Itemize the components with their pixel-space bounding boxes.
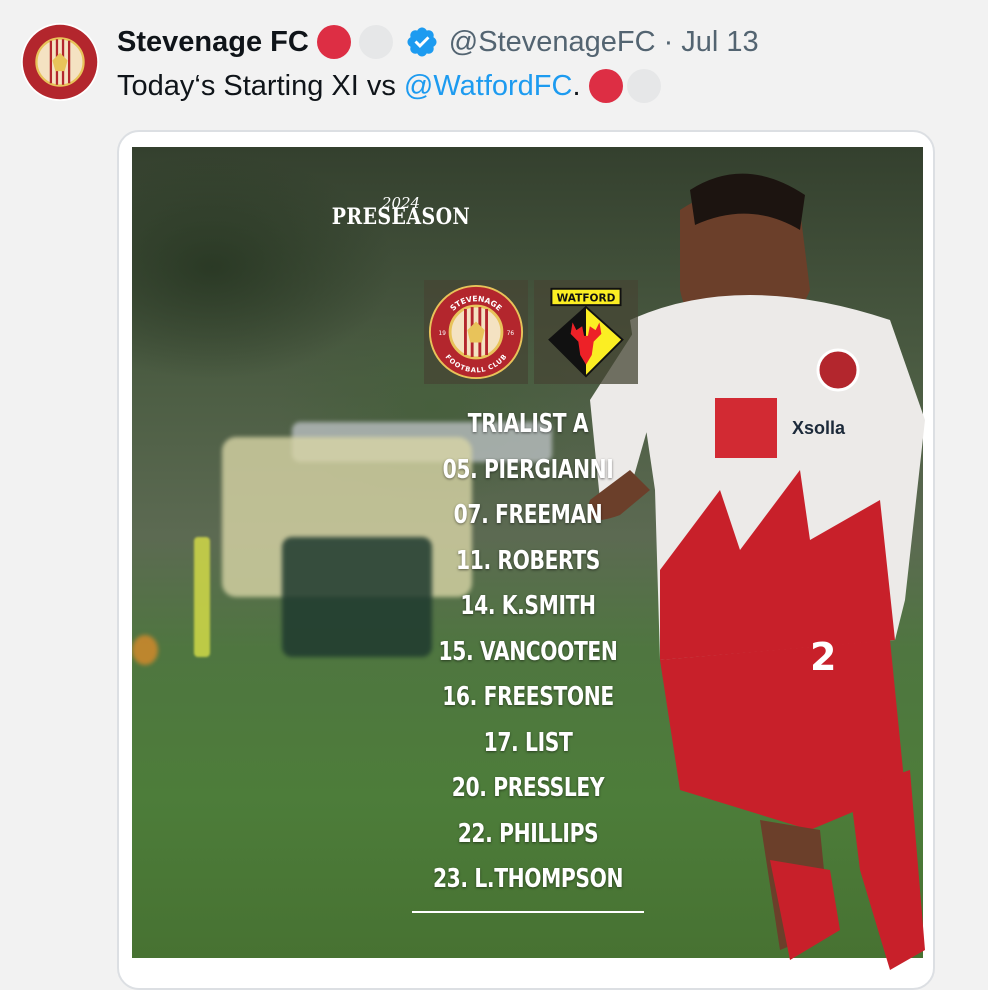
background-cone [132,635,158,665]
author-name[interactable]: Stevenage FC [117,24,309,60]
profile-avatar[interactable] [21,23,99,101]
tweet-date[interactable]: Jul 13 [681,24,758,60]
background-pole [194,537,210,657]
lineup-player: 22. PHILLIPS [457,818,599,849]
preseason-title: 2024 PRESEASON [296,196,506,231]
white-circle-emoji-icon [358,25,393,59]
lineup-player: 14. K.SMITH [460,591,596,621]
lineup-player: 17. LIST [483,727,573,758]
lineup-player: 15. VANCOOTEN [438,636,618,667]
red-circle-emoji-icon [588,69,623,103]
author-handle[interactable]: @StevenageFC [449,24,656,60]
lineup-player: TRIALIST A [467,409,589,439]
lineup-divider [412,911,644,913]
away-badge-banner: WATFORD [557,292,616,304]
watford-badge-icon: WATFORD [548,287,624,378]
starting-lineup-list: TRIALIST A 05. PIERGIANNI 07. FREEMAN 11… [402,402,654,903]
season-title: PRESEASON [331,204,471,230]
home-badge-left-num: 19 [439,331,447,337]
lineup-player: 05. PIERGIANNI [442,454,614,485]
tweet-text: Today‘s Starting XI vs @WatfordFC . [117,68,661,104]
sponsor-label: Xsolla [792,418,846,438]
away-team-badge: WATFORD [534,280,638,384]
tweet-text-body: Today‘s Starting XI vs [117,70,404,102]
separator: · [663,26,674,58]
mention-link[interactable]: @WatfordFC [404,68,573,104]
lineup-player: 07. FREEMAN [453,500,603,530]
stevenage-crest-icon [22,24,98,100]
red-circle-emoji-icon [316,25,351,59]
home-team-badge: STEVENAGE FOOTBALL CLUB 19 76 [424,280,528,384]
white-circle-emoji-icon [626,69,661,103]
stevenage-badge-icon: STEVENAGE FOOTBALL CLUB 19 76 [428,284,524,380]
shirt-number: 2 [810,635,836,679]
home-badge-right-num: 76 [507,331,515,337]
lineup-player: 20. PRESSLEY [451,773,605,803]
tweet-header: Stevenage FC @StevenageFC · Jul 13 [117,24,759,60]
lineup-player: 16. FREESTONE [442,682,614,712]
verified-badge-icon[interactable] [405,25,439,59]
tweet-text-end: . [572,70,581,102]
lineup-player: 11. ROBERTS [455,545,601,576]
lineup-player: 23. L.THOMPSON [432,864,624,894]
